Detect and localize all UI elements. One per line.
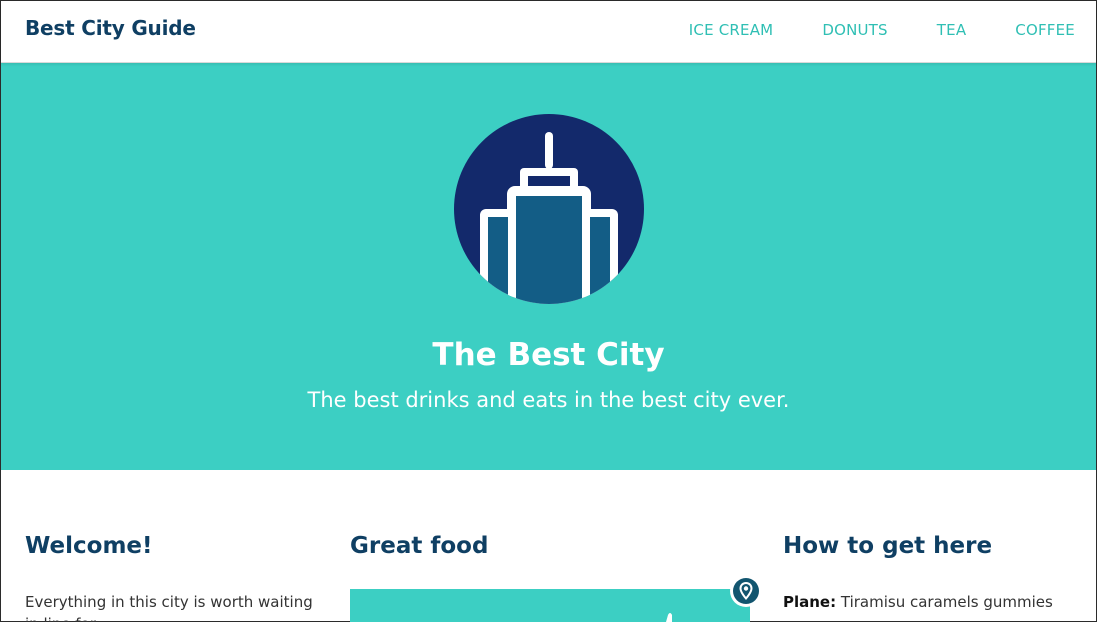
hero-banner: The Best City The best drinks and eats i…	[1, 63, 1096, 470]
food-map[interactable]	[350, 589, 750, 622]
brand-title[interactable]: Best City Guide	[25, 16, 196, 40]
getting-here-heading: How to get here	[783, 533, 993, 559]
main-nav: ICE CREAM DONUTS TEA COFFEE	[640, 21, 1075, 39]
food-heading: Great food	[350, 533, 489, 559]
plane-label: Plane:	[783, 593, 837, 611]
hero-title: The Best City	[432, 337, 665, 373]
nav-ice-cream[interactable]: ICE CREAM	[689, 21, 774, 39]
welcome-text: Everything in this city is worth waiting…	[25, 593, 313, 622]
top-navbar: Best City Guide ICE CREAM DONUTS TEA COF…	[1, 1, 1096, 63]
food-section: Great food	[350, 533, 762, 622]
nav-tea[interactable]: TEA	[937, 21, 967, 39]
hero-subtitle: The best drinks and eats in the best cit…	[307, 388, 790, 412]
nav-coffee[interactable]: COFFEE	[1015, 21, 1075, 39]
nav-donuts[interactable]: DONUTS	[822, 21, 887, 39]
welcome-section: Welcome! Everything in this city is wort…	[25, 533, 325, 622]
map-pin-icon[interactable]	[730, 575, 762, 607]
plane-paragraph: Plane: Tiramisu caramels gummies	[783, 591, 1073, 613]
welcome-heading: Welcome!	[25, 533, 153, 559]
plane-text: Tiramisu caramels gummies	[840, 593, 1053, 611]
map-pin-marker	[733, 578, 759, 604]
getting-here-section: How to get here Plane: Tiramisu caramels…	[783, 533, 1073, 611]
skyscraper-icon	[454, 114, 644, 304]
map-illustration	[350, 589, 750, 622]
location-icon	[739, 581, 753, 600]
